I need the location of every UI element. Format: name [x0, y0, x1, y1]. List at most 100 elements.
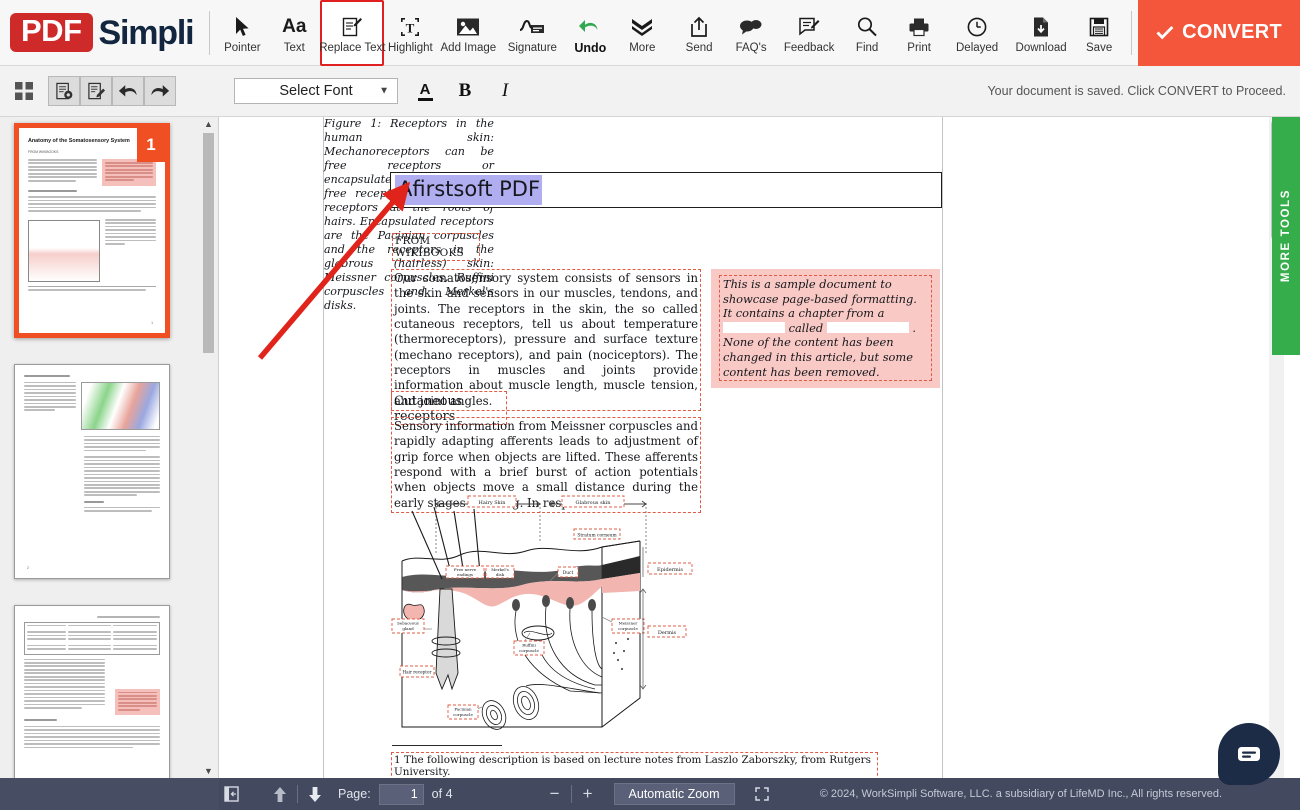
action-faqs[interactable]: FAQ's: [725, 2, 777, 64]
scroll-up-icon[interactable]: ▲: [202, 117, 215, 131]
more-tools-tab[interactable]: MORE TOOLS: [1272, 117, 1300, 355]
action-save[interactable]: Save: [1073, 2, 1125, 64]
title-edit-box[interactable]: Afirstsoft PDF: [390, 172, 942, 208]
status-bar: Page: of 4 − + Automatic Zoom © 2024, Wo…: [0, 778, 1300, 810]
zoom-in-button[interactable]: +: [576, 778, 600, 810]
thumbnail-page-badge: 1: [137, 128, 165, 162]
zoom-level-select[interactable]: Automatic Zoom: [613, 783, 735, 805]
zoom-out-button[interactable]: −: [543, 778, 567, 810]
paragraph-1[interactable]: Our somatosensory system consists of sen…: [391, 269, 701, 411]
svg-text:Sebaceous: Sebaceous: [397, 621, 419, 626]
tool-signature-label: Signature: [507, 42, 557, 54]
sample-note-part1: This is a sample document to showcase pa…: [723, 277, 917, 321]
tool-add-image[interactable]: Add Image: [436, 2, 500, 64]
action-download[interactable]: Download: [1009, 2, 1073, 64]
more-tools-label: MORE TOOLS: [1280, 189, 1292, 283]
document-settings-button[interactable]: [48, 76, 80, 106]
convert-button[interactable]: CONVERT: [1138, 0, 1300, 66]
undo-button[interactable]: [112, 76, 144, 106]
bold-button[interactable]: B: [452, 77, 478, 105]
thumbnail-footnote: [28, 285, 156, 291]
paragraph-1-text: Our somatosensory system consists of sen…: [394, 271, 698, 408]
svg-text:Hairy Skin: Hairy Skin: [478, 500, 506, 506]
tool-undo[interactable]: Undo: [564, 2, 616, 64]
thumbnail-page-2[interactable]: 2: [14, 364, 170, 579]
thumbnail-pink-note: [102, 159, 156, 186]
svg-text:gland: gland: [402, 626, 414, 631]
tool-replace-text[interactable]: Replace Text: [319, 0, 385, 66]
text-aa-icon: Aa: [282, 16, 307, 37]
download-file-icon: [1032, 15, 1050, 39]
source-line[interactable]: FROM WIKIBOOKS: [392, 233, 480, 261]
action-print[interactable]: Print: [893, 2, 945, 64]
scroll-down-icon[interactable]: ▼: [202, 764, 215, 778]
bold-label: B: [458, 80, 472, 101]
share-upload-icon: [689, 15, 709, 39]
title-selected-text[interactable]: Afirstsoft PDF: [395, 175, 543, 205]
grid-thumbnails-button[interactable]: [8, 76, 40, 106]
document-edit-button[interactable]: [80, 76, 112, 106]
toggle-sidebar-button[interactable]: [219, 778, 245, 810]
thumbnail-page-3[interactable]: 3: [14, 605, 170, 778]
tool-undo-label: Undo: [574, 41, 607, 55]
skin-anatomy-figure[interactable]: Hairy Skin Glabrous skin Stratum corneum…: [390, 493, 698, 741]
fullscreen-button[interactable]: [747, 778, 777, 810]
thumbnail-scrollbar[interactable]: ▲ ▼: [202, 117, 215, 778]
toolbar-divider: [209, 10, 211, 55]
action-print-label: Print: [907, 42, 931, 54]
magnifier-icon: [856, 15, 878, 39]
next-page-button[interactable]: [302, 778, 328, 810]
tool-text[interactable]: Aa Text: [268, 2, 320, 64]
sample-note-part2: called: [788, 320, 824, 335]
action-find[interactable]: Find: [841, 2, 893, 64]
feedback-note-icon: [798, 15, 820, 39]
arrow-up-icon: [274, 786, 286, 802]
italic-button[interactable]: I: [492, 77, 518, 105]
svg-text:corpuscle: corpuscle: [519, 648, 539, 653]
pdf-page-1[interactable]: Afirstsoft PDF FROM WIKIBOOKS Our somato…: [323, 117, 943, 778]
page-number-input[interactable]: [378, 783, 424, 805]
svg-text:Epidermis: Epidermis: [657, 567, 683, 573]
sidebar-toggle-icon: [224, 786, 239, 802]
thumbnail-pink-note: [115, 688, 160, 716]
font-color-button[interactable]: A: [412, 77, 438, 105]
action-save-label: Save: [1086, 42, 1113, 54]
thumbnail-figure-row: [28, 215, 156, 286]
font-select-value: Select Font: [279, 83, 353, 99]
svg-text:endings: endings: [457, 572, 473, 577]
signature-icon: [519, 15, 545, 39]
font-color-letter: A: [419, 80, 431, 98]
thumbnail-page-1[interactable]: 1 Anatomy of the Somatosensory System FR…: [14, 123, 170, 338]
redo-button[interactable]: [144, 76, 176, 106]
tool-text-label: Text: [283, 42, 305, 54]
font-select[interactable]: Select Font ▼: [234, 78, 398, 104]
save-status-message: Your document is saved. Click CONVERT to…: [987, 84, 1286, 98]
action-feedback[interactable]: Feedback: [777, 2, 841, 64]
tool-highlight[interactable]: T Highlight: [384, 2, 436, 64]
redo-icon: [151, 84, 170, 96]
thumbnail-scrollbar-handle[interactable]: [203, 133, 214, 353]
actions-group: Send FAQ's Feedback Find Print Delayed D…: [673, 0, 1125, 66]
action-faqs-label: FAQ's: [735, 42, 767, 54]
statusbar-divider: [297, 785, 298, 803]
tool-pointer[interactable]: Pointer: [216, 2, 268, 64]
svg-text:disk: disk: [496, 572, 505, 577]
chevron-down-icon: ▼: [379, 85, 389, 97]
tool-pointer-label: Pointer: [224, 42, 261, 54]
tool-more-label: More: [629, 42, 656, 54]
action-send[interactable]: Send: [673, 2, 725, 64]
action-delayed[interactable]: Delayed: [945, 2, 1009, 64]
thumbnail-page-number: 1: [151, 321, 153, 325]
thumbnail-text-column: [28, 159, 98, 186]
chat-support-button[interactable]: [1218, 723, 1280, 785]
previous-page-button[interactable]: [267, 778, 293, 810]
footnote-text[interactable]: 1 The following description is based on …: [391, 752, 878, 778]
tool-signature[interactable]: Signature: [500, 2, 564, 64]
sample-note-text[interactable]: This is a sample document to showcase pa…: [719, 275, 932, 382]
app-logo[interactable]: PDF Simpli: [0, 0, 203, 66]
tool-more[interactable]: More: [616, 2, 668, 64]
svg-text:Hair receptor: Hair receptor: [402, 670, 431, 675]
tool-highlight-label: Highlight: [387, 42, 433, 54]
cursor-arrow-icon: [234, 15, 250, 39]
svg-text:Dermis: Dermis: [658, 630, 677, 636]
